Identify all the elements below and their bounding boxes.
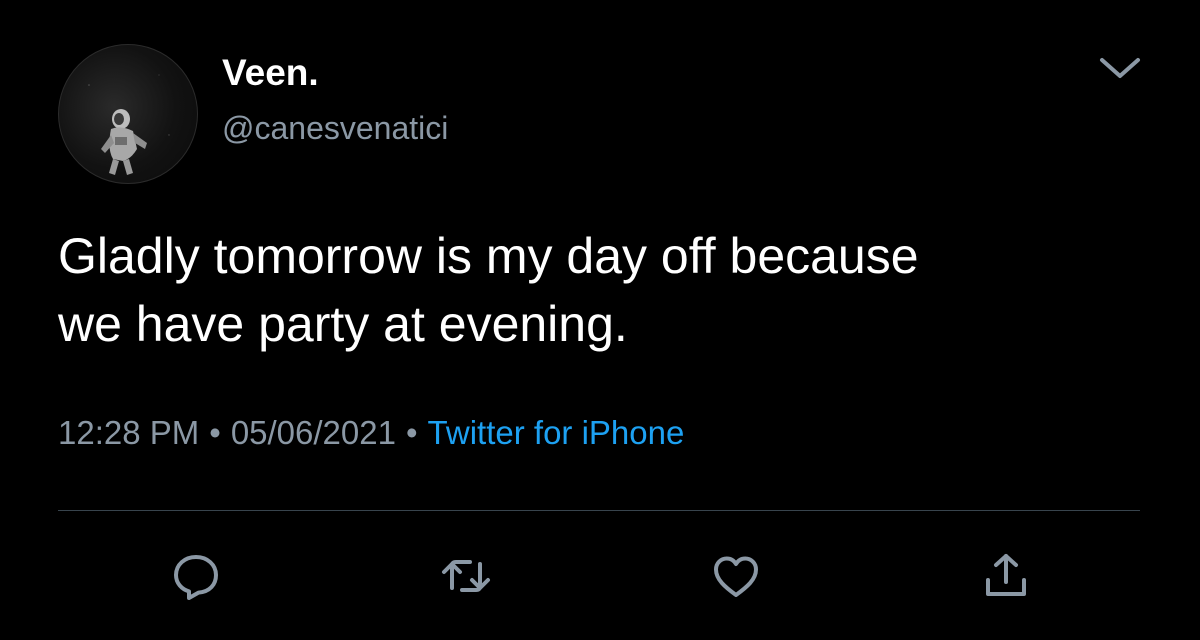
share-icon [986, 554, 1026, 596]
tweet-source-link[interactable]: Twitter for iPhone [428, 414, 685, 451]
user-handle[interactable]: @canesvenatici [222, 110, 448, 147]
divider [58, 510, 1140, 511]
tweet-text: Gladly tomorrow is my day off because we… [58, 228, 919, 352]
astronaut-avatar-icon [88, 74, 170, 175]
user-avatar[interactable] [58, 44, 198, 184]
retweet-icon [442, 560, 490, 592]
tweet-date[interactable]: 05/06/2021 [231, 414, 396, 451]
retweet-button[interactable] [438, 548, 494, 604]
tweet-time[interactable]: 12:28 PM [58, 414, 199, 451]
tweet-card: Veen. @canesvenatici Gladly tomorrow is … [0, 0, 1200, 640]
tweet-metadata: 12:28 PM • 05/06/2021 • Twitter for iPhone [58, 414, 684, 452]
reply-button[interactable] [168, 548, 224, 604]
reply-icon [174, 555, 218, 600]
display-name[interactable]: Veen. [222, 52, 319, 94]
meta-separator: • [209, 414, 221, 451]
meta-separator: • [405, 414, 418, 451]
like-button[interactable] [708, 548, 764, 604]
heart-icon [714, 556, 758, 597]
share-button[interactable] [978, 548, 1034, 604]
more-options-chevron-down-icon[interactable] [1094, 50, 1146, 86]
